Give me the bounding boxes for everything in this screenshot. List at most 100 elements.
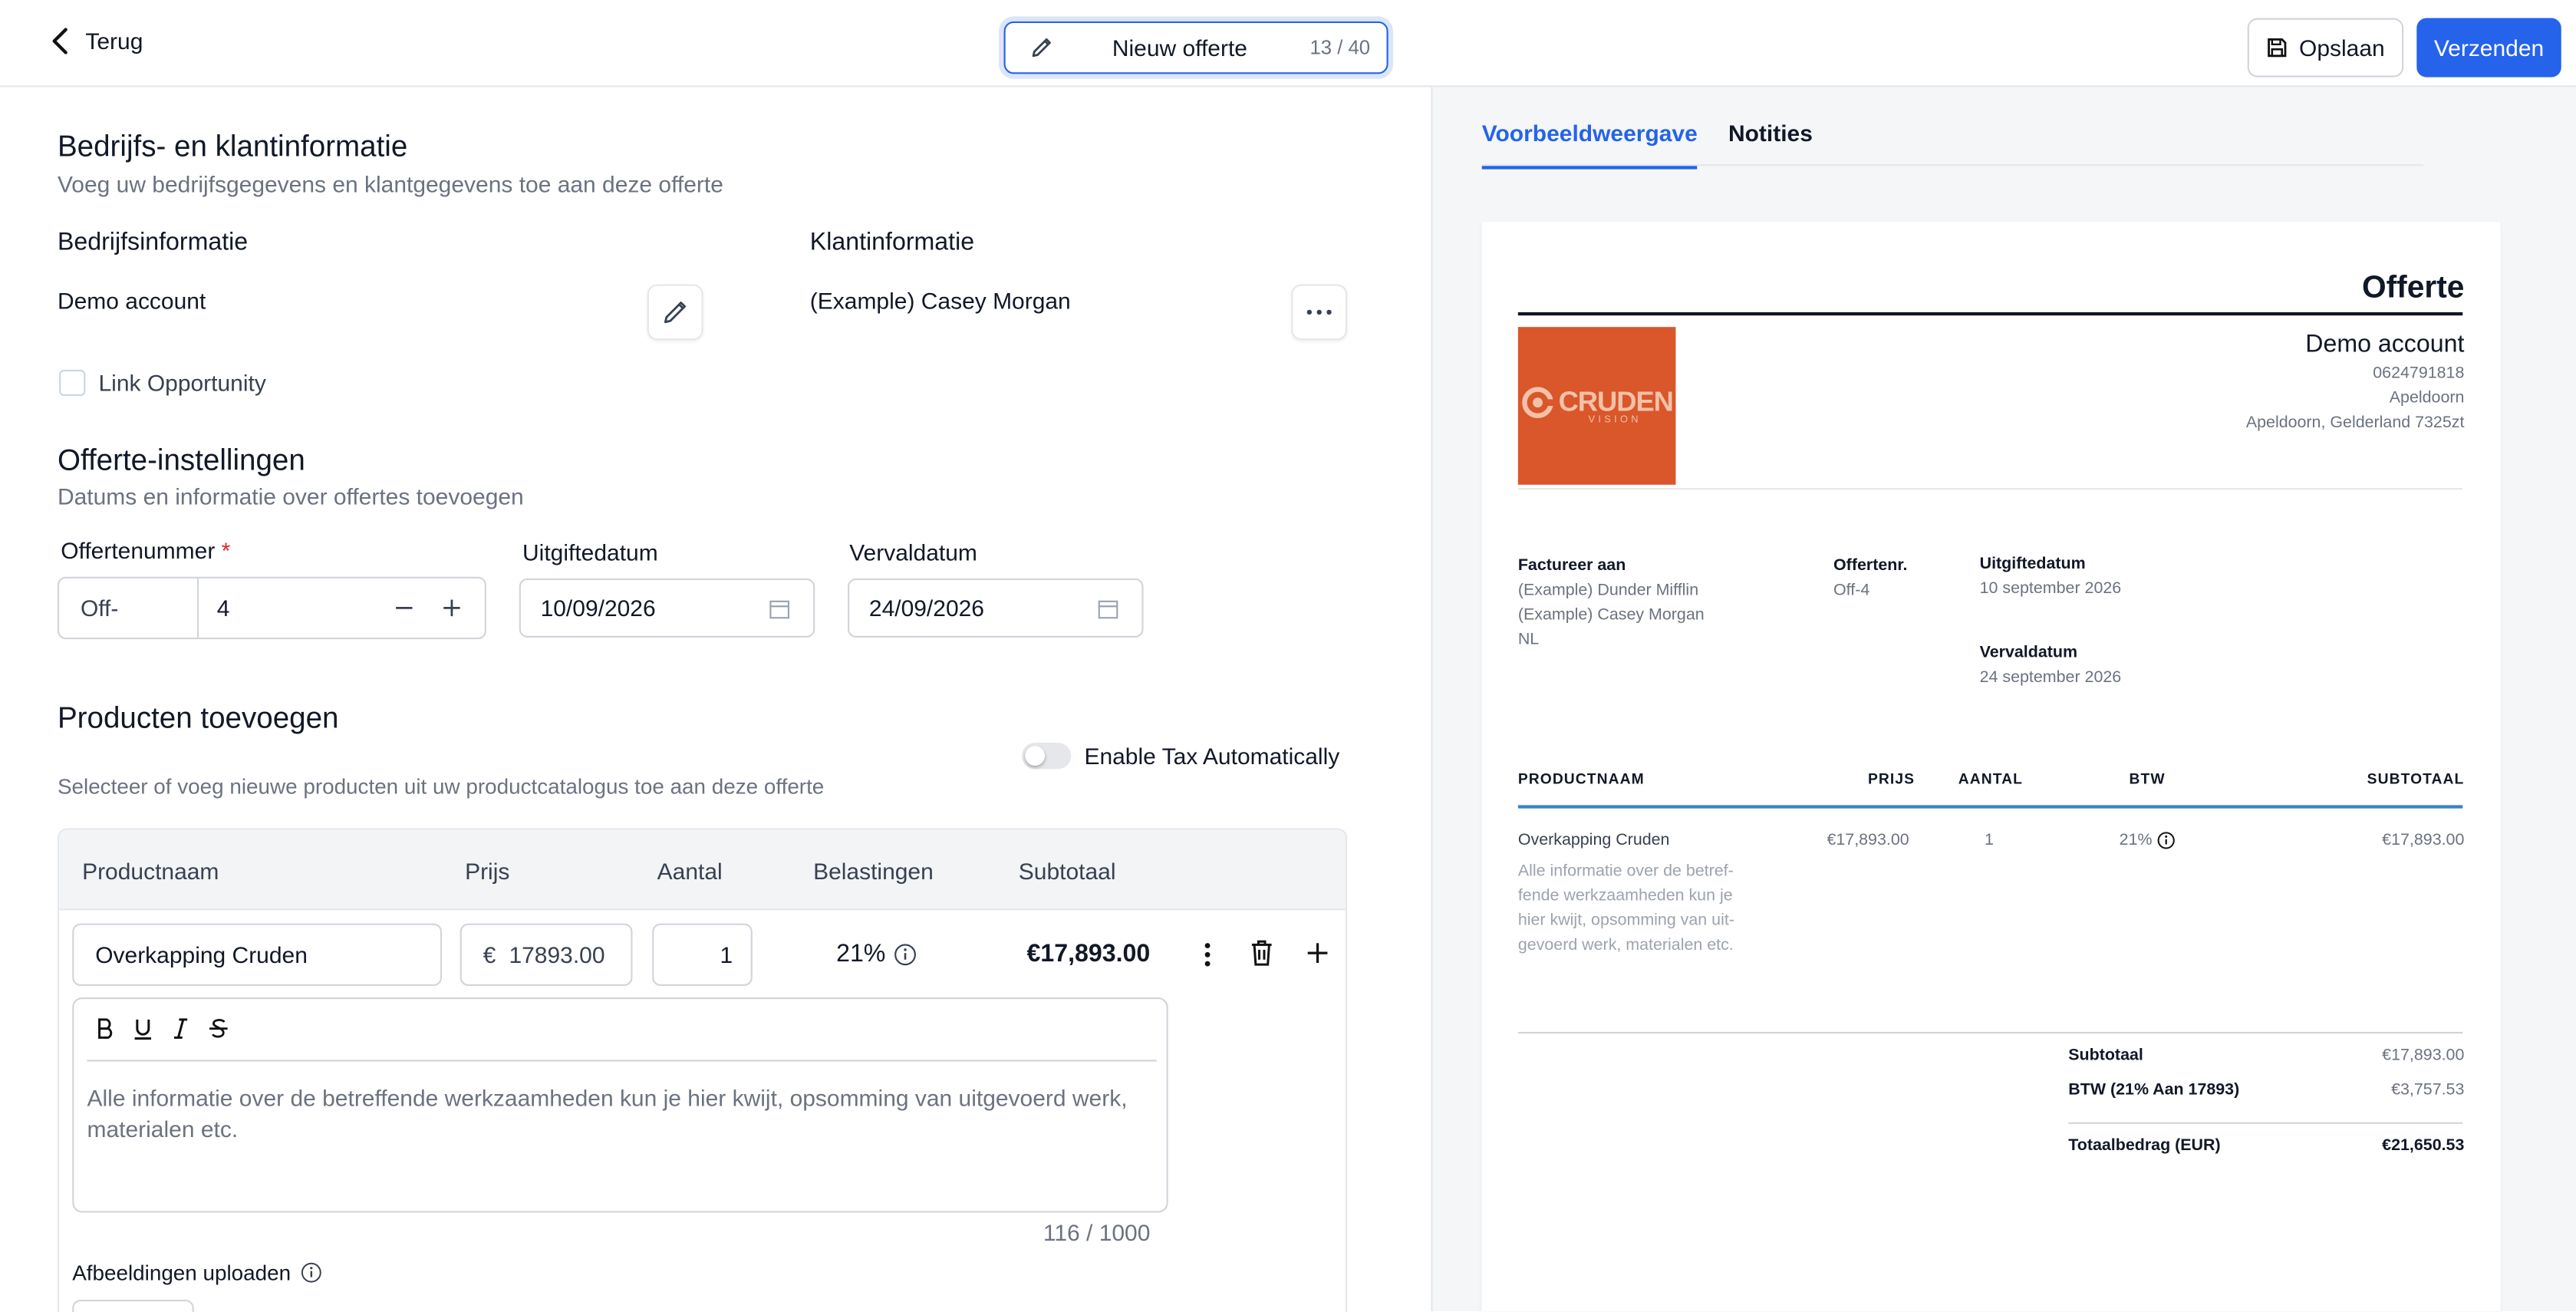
pencil-icon: [1032, 38, 1051, 58]
title-input-value: Nieuw offerte: [1112, 34, 1247, 61]
product-qty-input[interactable]: 1: [652, 923, 753, 986]
product-price-value: 17893.00: [509, 941, 605, 968]
col-belastingen: Belastingen: [813, 857, 934, 885]
preview-issue-value: 10 september 2026: [1979, 579, 2122, 598]
preview-item-tax-value: 21%: [2119, 831, 2153, 850]
preview-number-value: Off-4: [1833, 582, 1870, 600]
preview-due-label: Vervaldatum: [1979, 644, 2078, 663]
preview-item-desc-line: hier kwijt, opsomming van uit-: [1517, 911, 1734, 931]
col-subtotaal: Subtotaal: [1018, 857, 1116, 885]
preview-pane: Voorbeeldweergave Notities Offerte CRUDE…: [1431, 87, 2576, 1311]
preview-doc-title: Offerte: [2361, 271, 2465, 306]
preview-col-product: PRODUCTNAAM: [1517, 770, 1645, 787]
company-section-subtitle: Voeg uw bedrijfsgegevens en klantgegeven…: [57, 170, 723, 197]
product-name-input[interactable]: Overkapping Cruden: [72, 923, 443, 986]
link-opportunity-checkbox[interactable]: [59, 369, 86, 397]
currency-symbol: €: [483, 941, 496, 968]
tax-auto-label: Enable Tax Automatically: [1084, 743, 1340, 770]
settings-section-title: Offerte-instellingen: [57, 443, 305, 477]
preview-vat-value: €3,757.53: [2391, 1081, 2465, 1099]
product-tax-value: 21%: [836, 939, 886, 968]
preview-item-qty: 1: [1985, 831, 1994, 850]
preview-company-line: Apeldoorn, Gelderland 7325zt: [2245, 414, 2465, 433]
tax-auto-toggle[interactable]: [1022, 743, 1072, 770]
upload-images-text: Afbeeldingen uploaden: [72, 1260, 292, 1285]
preview-subtotal-value: €17,893.00: [2382, 1047, 2465, 1065]
send-label: Verzenden: [2433, 34, 2545, 61]
app-root: Terug Nieuw offerte 13 / 40 Opslaan Verz…: [0, 0, 2576, 1312]
title-char-counter: 13 / 40: [1309, 36, 1371, 60]
pencil-icon: [664, 302, 687, 324]
more-vertical-icon[interactable]: [1203, 941, 1213, 968]
quote-number-label: Offertenummer *: [61, 537, 231, 564]
products-table: Productnaam Prijs Aantal Belastingen Sub…: [57, 828, 1348, 1312]
logo-mark: CRUDEN: [1520, 386, 1674, 419]
calendar-icon: [1098, 599, 1118, 618]
product-price-input[interactable]: € 17893.00: [460, 923, 633, 986]
plus-icon[interactable]: [440, 596, 463, 619]
strikethrough-icon[interactable]: [207, 1017, 230, 1040]
preview-item-tax: 21%: [2119, 831, 2176, 850]
underline-icon[interactable]: [131, 1017, 154, 1040]
bill-to-line: (Example) Casey Morgan: [1517, 606, 1705, 625]
preview-item-price: €17,893.00: [1827, 831, 1909, 850]
product-subtotal: €17,893.00: [1026, 939, 1151, 968]
toolbar-divider: [87, 1060, 1157, 1062]
more-horizontal-icon: [1306, 309, 1332, 315]
back-label: Terug: [85, 28, 143, 54]
chevron-left-icon: [52, 28, 68, 54]
back-button[interactable]: Terug: [49, 26, 143, 56]
cruden-logo-icon: [1521, 387, 1554, 419]
upload-images-label: Afbeeldingen uploaden: [72, 1261, 322, 1285]
preview-total-label: Totaalbedrag (EUR): [2068, 1136, 2221, 1155]
description-char-count: 116 / 1000: [1043, 1219, 1151, 1246]
bold-icon[interactable]: [94, 1017, 117, 1040]
preview-company-name: Demo account: [2305, 330, 2465, 358]
logo-text: CRUDEN: [1558, 386, 1674, 417]
link-opportunity-label: Link Opportunity: [98, 369, 266, 397]
title-input[interactable]: Nieuw offerte 13 / 40: [1003, 21, 1388, 74]
preview-tabs: Voorbeeldweergave Notities: [1481, 87, 2423, 170]
trash-icon[interactable]: [1249, 938, 1275, 968]
upload-images-button[interactable]: [72, 1300, 194, 1312]
preview-col-price: PRIJS: [1867, 770, 1916, 787]
company-section-title: Bedrijfs- en klantinformatie: [57, 130, 408, 163]
preview-item-subtotal: €17,893.00: [2382, 831, 2465, 850]
editor-pane: Bedrijfs- en klantinformatie Voeg uw bed…: [0, 87, 1431, 1312]
save-button[interactable]: Opslaan: [2247, 18, 2404, 77]
logo-subtext: VISION: [1588, 415, 1642, 426]
toggle-knob: [1025, 746, 1046, 766]
quote-number-field: Off- 4: [57, 576, 486, 640]
minus-icon[interactable]: [393, 596, 416, 619]
preview-col-subtotal: SUBTOTAAL: [2367, 770, 2465, 787]
product-tax[interactable]: 21%: [836, 940, 917, 968]
preview-company-line: Apeldoorn: [2389, 389, 2465, 408]
tab-notes[interactable]: Notities: [1728, 120, 1813, 146]
description-placeholder[interactable]: Alle informatie over de betreffende werk…: [87, 1083, 1147, 1145]
due-date-label: Vervaldatum: [849, 539, 977, 565]
quote-number-prefix: Off-: [59, 578, 199, 638]
table-rule: [1517, 805, 2463, 809]
products-section-subtitle: Selecteer of voeg nieuwe producten uit u…: [57, 773, 825, 799]
client-more-button[interactable]: [1291, 284, 1348, 341]
due-date-input[interactable]: 24/09/2026: [848, 578, 1144, 638]
divider: [1517, 1031, 2463, 1034]
quote-preview-document: Offerte CRUDEN VISION Demo account 06247…: [1481, 222, 2501, 1311]
italic-icon[interactable]: [170, 1017, 193, 1040]
preview-item-name: Overkapping Cruden: [1517, 831, 1670, 850]
preview-issue-label: Uitgiftedatum: [1979, 555, 2086, 574]
divider: [1517, 488, 2463, 490]
tab-preview[interactable]: Voorbeeldweergave: [1481, 120, 1698, 170]
issue-date-input[interactable]: 10/09/2026: [519, 578, 815, 638]
send-button[interactable]: Verzenden: [2416, 18, 2561, 77]
info-icon: [894, 943, 917, 965]
preview-subtotal-label: Subtotaal: [2068, 1047, 2143, 1065]
description-editor: Alle informatie over de betreffende werk…: [72, 997, 1168, 1213]
preview-col-tax: BTW: [2129, 770, 2166, 787]
quote-number-input[interactable]: 4: [199, 595, 393, 621]
plus-icon[interactable]: [1306, 941, 1329, 964]
company-name: Demo account: [57, 287, 206, 315]
edit-company-button[interactable]: [647, 284, 703, 341]
bill-to-line: NL: [1517, 631, 1540, 649]
issue-date-value: 10/09/2026: [540, 595, 656, 621]
